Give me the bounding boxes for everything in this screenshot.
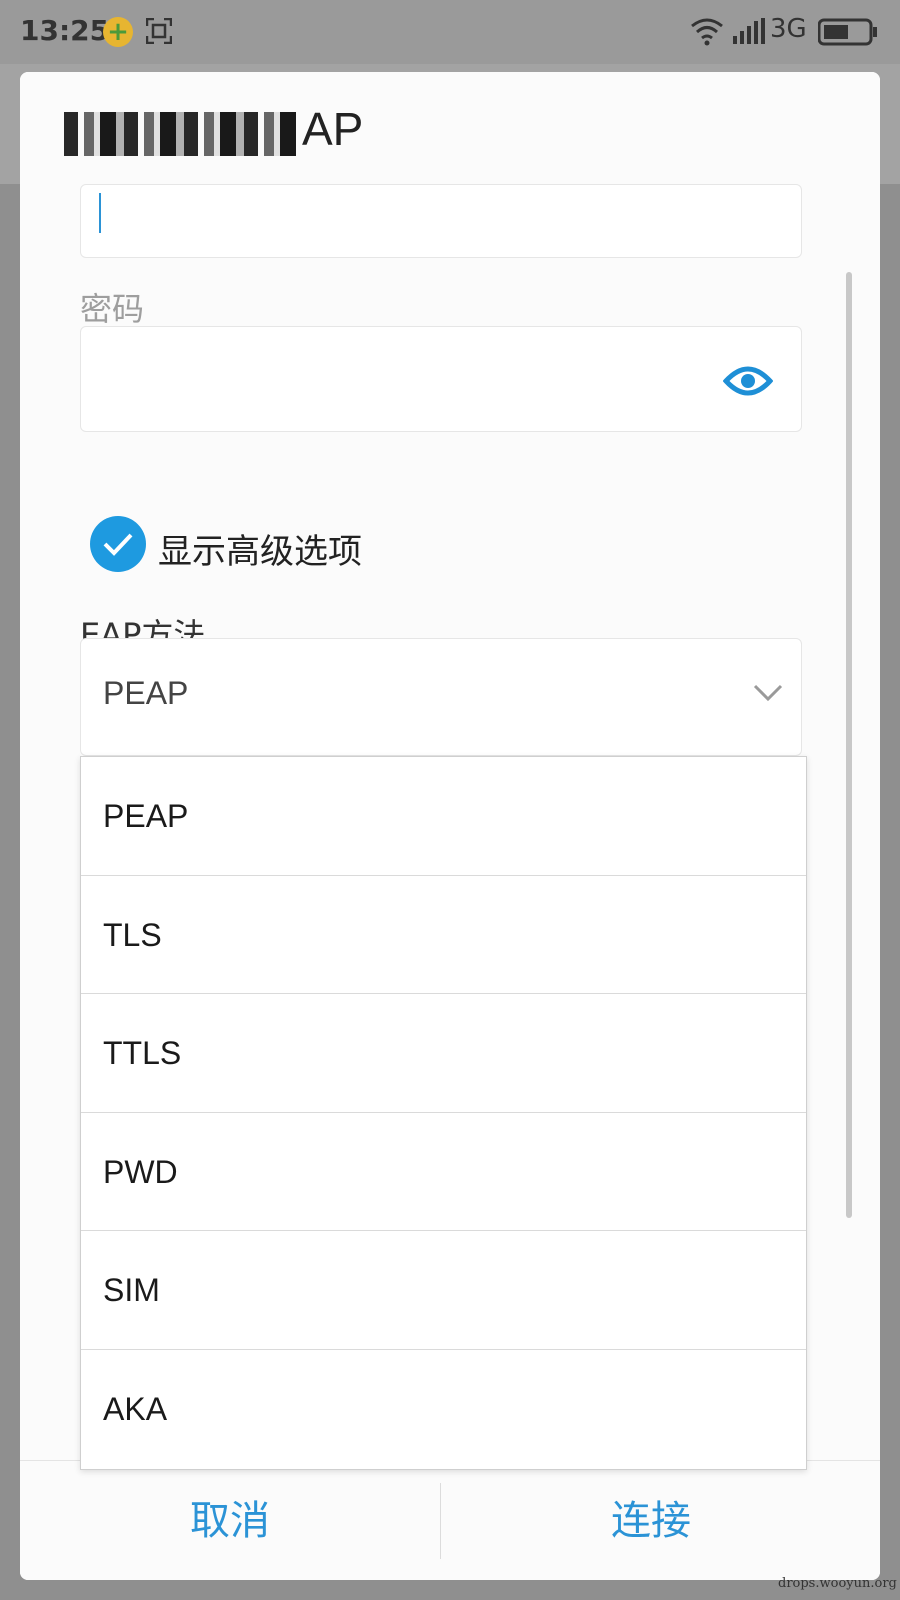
eap-method-select[interactable]: PEAP bbox=[80, 638, 802, 756]
password-label: 密码 bbox=[80, 290, 145, 328]
connect-button[interactable]: 连接 bbox=[441, 1461, 861, 1580]
app-notification-icon: + bbox=[103, 17, 133, 47]
dropdown-option-peap[interactable]: PEAP bbox=[81, 757, 806, 876]
eap-selected-value: PEAP bbox=[103, 675, 189, 711]
eye-icon[interactable] bbox=[723, 363, 773, 399]
dialog-footer: 取消 连接 bbox=[20, 1460, 880, 1580]
redacted-ssid bbox=[64, 112, 296, 156]
network-type: 3G bbox=[770, 14, 807, 44]
show-advanced-label[interactable]: 显示高级选项 bbox=[158, 524, 362, 573]
status-bar: 13:25 + 3G bbox=[0, 0, 900, 64]
chevron-down-icon bbox=[753, 684, 783, 702]
identity-input[interactable] bbox=[80, 184, 802, 258]
wifi-icon bbox=[691, 18, 723, 46]
check-icon bbox=[103, 533, 133, 556]
password-input[interactable] bbox=[80, 326, 802, 432]
dropdown-option-ttls[interactable]: TTLS bbox=[81, 994, 806, 1113]
signal-icon bbox=[733, 18, 765, 44]
dropdown-option-aka[interactable]: AKA bbox=[81, 1350, 806, 1469]
screenshot-icon bbox=[146, 18, 172, 44]
dropdown-option-tls[interactable]: TLS bbox=[81, 876, 806, 994]
dropdown-option-pwd[interactable]: PWD bbox=[81, 1113, 806, 1231]
dialog-title: AP bbox=[302, 103, 364, 155]
dropdown-option-sim[interactable]: SIM bbox=[81, 1231, 806, 1350]
text-cursor bbox=[99, 193, 101, 233]
cancel-button[interactable]: 取消 bbox=[20, 1461, 440, 1580]
battery-icon bbox=[818, 18, 877, 46]
show-advanced-checkbox[interactable] bbox=[90, 516, 146, 572]
dialog-header: AP bbox=[20, 72, 880, 190]
watermark: drops.wooyun.org bbox=[778, 1576, 897, 1591]
status-time: 13:25 bbox=[20, 14, 110, 47]
eap-method-dropdown: PEAP TLS TTLS PWD SIM AKA bbox=[80, 756, 807, 1470]
scrollbar[interactable] bbox=[846, 272, 852, 1218]
